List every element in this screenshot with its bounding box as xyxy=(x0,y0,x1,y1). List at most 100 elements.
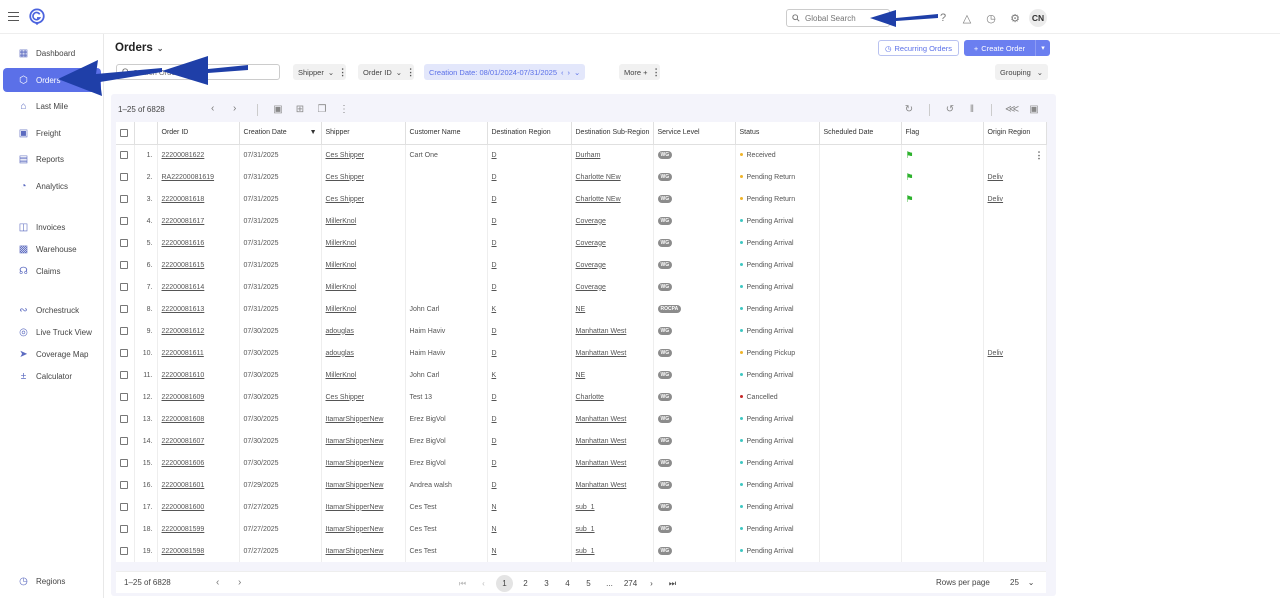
table-row[interactable]: 14. 22200081607 07/30/2025 ItamarShipperNew… xyxy=(116,430,1047,452)
destination-sub-region-cell[interactable]: Manhattan West xyxy=(571,452,654,474)
order-id-cell[interactable]: RA22200081619 xyxy=(157,166,240,188)
next-page-icon[interactable]: › xyxy=(643,575,660,592)
app-logo[interactable] xyxy=(28,8,46,26)
order-id-link[interactable]: RA22200081619 xyxy=(162,174,215,181)
sidebar-item-calculator[interactable]: ± Calculator xyxy=(3,364,101,388)
order-id-cell[interactable]: 22200081610 xyxy=(157,364,240,386)
shipper-link[interactable]: ItamarShipperNew xyxy=(326,548,384,555)
order-id-cell[interactable]: 22200081616 xyxy=(157,232,240,254)
sidebar-item-invoices[interactable]: ◫ Invoices xyxy=(3,215,101,239)
destination-region-cell[interactable]: D xyxy=(487,254,572,276)
origin-region-cell[interactable] xyxy=(983,298,1047,320)
chevron-right-icon[interactable]: › xyxy=(568,68,571,77)
shipper-cell[interactable]: ItamarShipperNew xyxy=(321,496,406,518)
order-id-cell[interactable]: 22200081608 xyxy=(157,408,240,430)
order-id-link[interactable]: 22200081613 xyxy=(162,306,205,313)
shipper-link[interactable]: adouglas xyxy=(326,350,354,357)
order-id-cell[interactable]: 22200081615 xyxy=(157,254,240,276)
destination-sub-region-link[interactable]: Manhattan West xyxy=(576,460,627,467)
destination-sub-region-link[interactable]: NE xyxy=(576,306,586,313)
destination-region-cell[interactable]: D xyxy=(487,430,572,452)
sidebar-item-orchestruck[interactable]: ∾ Orchestruck xyxy=(3,298,101,322)
shipper-link[interactable]: Ces Shipper xyxy=(326,196,365,203)
destination-region-cell[interactable]: D xyxy=(487,276,572,298)
order-id-link[interactable]: 22200081615 xyxy=(162,262,205,269)
destination-region-link[interactable]: D xyxy=(492,416,497,423)
origin-region-link[interactable]: Deliv xyxy=(988,174,1004,181)
filter-sort-icon[interactable]: ▼ xyxy=(310,129,317,136)
destination-region-cell[interactable]: D xyxy=(487,474,572,496)
prev-page-icon[interactable]: ‹ xyxy=(216,577,219,588)
row-checkbox[interactable] xyxy=(116,386,135,408)
sidebar-item-coverage-map[interactable]: ➤ Coverage Map xyxy=(3,342,101,366)
destination-sub-region-link[interactable]: Durham xyxy=(576,152,601,159)
row-checkbox[interactable] xyxy=(116,496,135,518)
destination-region-cell[interactable]: K xyxy=(487,298,572,320)
shipper-cell[interactable]: MillerKnol xyxy=(321,276,406,298)
destination-region-link[interactable]: D xyxy=(492,262,497,269)
table-row[interactable]: 1. 22200081622 07/31/2025 Ces Shipper Cart O… xyxy=(116,144,1047,166)
table-row[interactable]: 7. 22200081614 07/31/2025 MillerKnol D Covera… xyxy=(116,276,1047,298)
destination-sub-region-link[interactable]: Charlotte xyxy=(576,394,604,401)
destination-region-link[interactable]: D xyxy=(492,438,497,445)
table-row[interactable]: 8. 22200081613 07/31/2025 MillerKnol John Ca… xyxy=(116,298,1047,320)
origin-region-cell[interactable]: Deliv xyxy=(983,166,1047,188)
sidebar-item-last-mile[interactable]: ⌂ Last Mile xyxy=(3,94,101,118)
last-page-icon[interactable]: ⏭ xyxy=(664,575,681,592)
filter-more[interactable]: More + ⋮ xyxy=(619,64,661,80)
page-button[interactable]: 1 xyxy=(496,575,513,592)
destination-sub-region-cell[interactable]: Manhattan West xyxy=(571,408,654,430)
order-id-cell[interactable]: 22200081601 xyxy=(157,474,240,496)
order-id-link[interactable]: 22200081622 xyxy=(162,152,205,159)
order-id-link[interactable]: 22200081598 xyxy=(162,548,205,555)
order-id-cell[interactable]: 22200081613 xyxy=(157,298,240,320)
shipper-link[interactable]: ItamarShipperNew xyxy=(326,416,384,423)
copy-icon[interactable]: ❐ xyxy=(315,103,329,117)
order-id-cell[interactable]: 22200081599 xyxy=(157,518,240,540)
column-header[interactable]: Service Level xyxy=(653,122,736,145)
order-id-cell[interactable]: 22200081600 xyxy=(157,496,240,518)
table-row[interactable]: 15. 22200081606 07/30/2025 ItamarShipperNew… xyxy=(116,452,1047,474)
shipper-link[interactable]: Ces Shipper xyxy=(326,394,365,401)
destination-sub-region-link[interactable]: Coverage xyxy=(576,218,606,225)
destination-sub-region-link[interactable]: Charlotte NEw xyxy=(576,196,621,203)
destination-region-cell[interactable]: D xyxy=(487,232,572,254)
destination-sub-region-cell[interactable]: Coverage xyxy=(571,232,654,254)
shipper-cell[interactable]: ItamarShipperNew xyxy=(321,474,406,496)
row-checkbox[interactable] xyxy=(116,342,135,364)
order-id-cell[interactable]: 22200081598 xyxy=(157,540,240,562)
shipper-cell[interactable]: Ces Shipper xyxy=(321,166,406,188)
origin-region-cell[interactable] xyxy=(983,364,1047,386)
page-button[interactable]: 2 xyxy=(517,575,534,592)
refresh-icon[interactable]: ↻ xyxy=(902,103,916,117)
shipper-cell[interactable]: ItamarShipperNew xyxy=(321,540,406,562)
row-checkbox[interactable] xyxy=(116,540,135,562)
row-more-icon[interactable]: ⋮ xyxy=(1035,150,1044,160)
destination-region-cell[interactable]: D xyxy=(487,452,572,474)
table-row[interactable]: 12. 22200081609 07/30/2025 Ces Shipper Test … xyxy=(116,386,1047,408)
row-checkbox[interactable] xyxy=(116,144,135,166)
destination-sub-region-cell[interactable]: Charlotte NEw xyxy=(571,166,654,188)
row-checkbox[interactable] xyxy=(116,408,135,430)
table-row[interactable]: 17. 22200081600 07/27/2025 ItamarShipperNew… xyxy=(116,496,1047,518)
shipper-link[interactable]: MillerKnol xyxy=(326,262,357,269)
destination-sub-region-cell[interactable]: Charlotte xyxy=(571,386,654,408)
row-checkbox[interactable] xyxy=(116,166,135,188)
help-icon[interactable]: ? xyxy=(936,11,950,25)
shipper-cell[interactable]: adouglas xyxy=(321,342,406,364)
column-header[interactable]: Shipper xyxy=(321,122,406,145)
row-checkbox[interactable] xyxy=(116,452,135,474)
destination-region-link[interactable]: D xyxy=(492,196,497,203)
destination-sub-region-link[interactable]: NE xyxy=(576,372,586,379)
origin-region-cell[interactable] xyxy=(983,386,1047,408)
shipper-link[interactable]: Ces Shipper xyxy=(326,174,365,181)
order-id-link[interactable]: 22200081617 xyxy=(162,218,205,225)
order-id-link[interactable]: 22200081616 xyxy=(162,240,205,247)
shipper-link[interactable]: MillerKnol xyxy=(326,306,357,313)
chevron-left-icon[interactable]: ‹ xyxy=(561,68,564,77)
columns-icon[interactable]: ‖ xyxy=(965,103,979,117)
destination-region-link[interactable]: D xyxy=(492,482,497,489)
destination-sub-region-link[interactable]: Coverage xyxy=(576,240,606,247)
menu-icon[interactable] xyxy=(8,12,19,21)
shipper-link[interactable]: MillerKnol xyxy=(326,372,357,379)
